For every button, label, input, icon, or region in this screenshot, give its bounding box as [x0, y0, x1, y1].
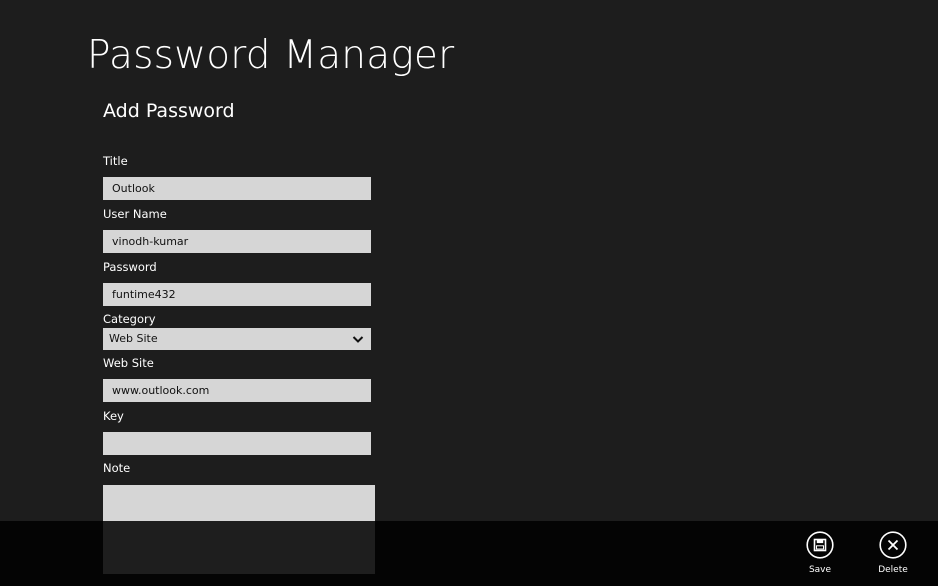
save-icon: [806, 531, 834, 559]
website-label: Web Site: [103, 356, 154, 370]
category-selected-value: Web Site: [109, 332, 158, 345]
title-label: Title: [103, 154, 128, 168]
save-button[interactable]: Save: [796, 531, 844, 581]
app-bar: Save Delete: [0, 521, 938, 586]
password-field[interactable]: funtime432: [103, 283, 371, 306]
key-field[interactable]: [103, 432, 371, 455]
close-icon: [879, 531, 907, 559]
key-label: Key: [103, 409, 124, 423]
website-field[interactable]: www.outlook.com: [103, 379, 371, 402]
note-label: Note: [103, 461, 131, 475]
category-label: Category: [103, 312, 156, 326]
chevron-down-icon: [352, 336, 364, 343]
username-field[interactable]: vinodh-kumar: [103, 230, 371, 253]
category-select[interactable]: Web Site: [103, 328, 371, 350]
delete-label: Delete: [878, 565, 908, 575]
save-label: Save: [808, 565, 832, 575]
app-title: Password Manager: [87, 33, 455, 78]
delete-button[interactable]: Delete: [869, 531, 917, 581]
page-title: Add Password: [103, 100, 235, 122]
title-field[interactable]: Outlook: [103, 177, 371, 200]
username-label: User Name: [103, 207, 167, 221]
password-label: Password: [103, 260, 157, 274]
